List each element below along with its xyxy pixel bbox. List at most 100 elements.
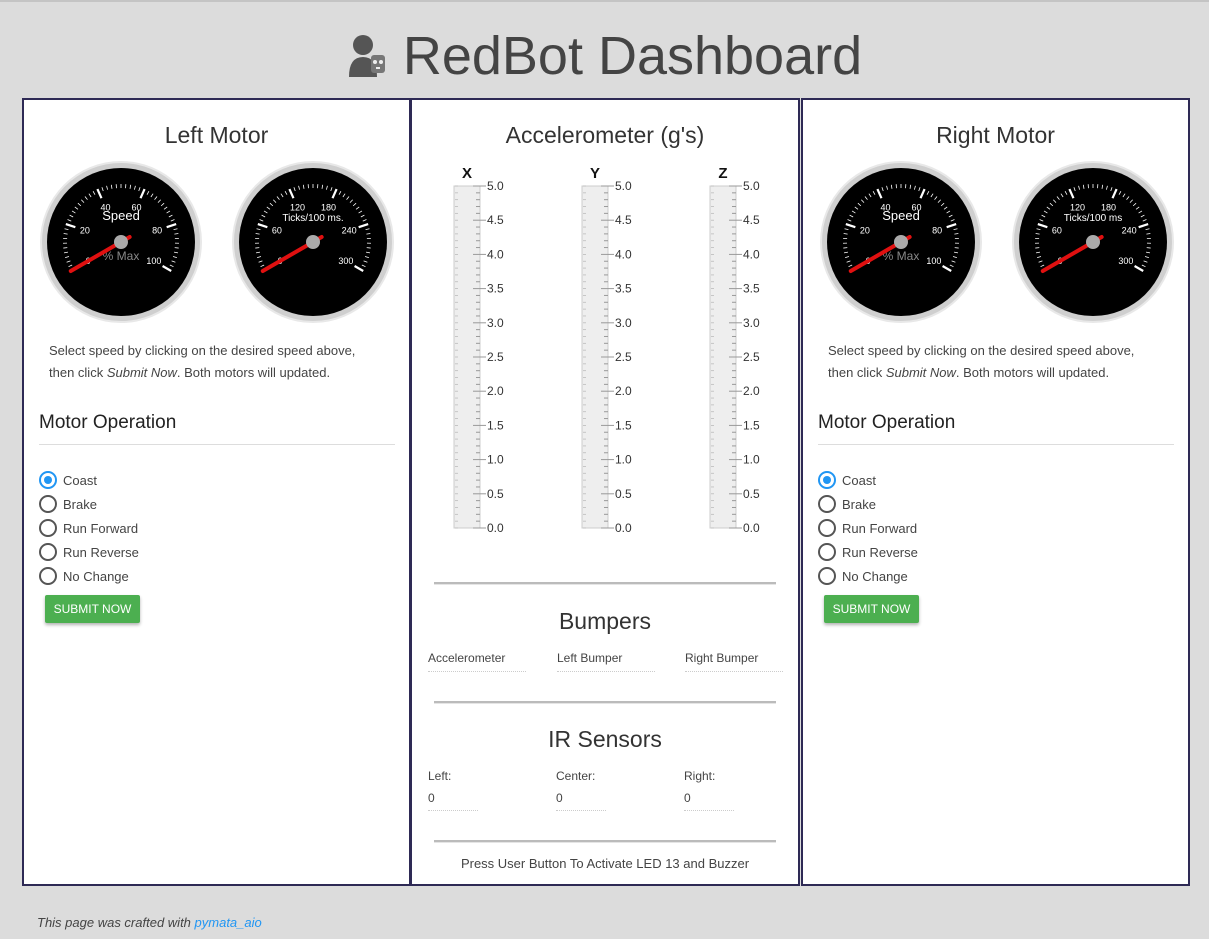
radio-label: No Change	[63, 568, 129, 584]
divider	[434, 701, 776, 704]
bumpers-title: Bumpers	[558, 608, 652, 634]
axis-scale-label: 0.5	[743, 487, 760, 501]
top-border	[0, 0, 1209, 2]
radio-button[interactable]	[39, 471, 57, 489]
footer-text: This page was crafted with	[37, 915, 195, 930]
axis-scale-label: 1.0	[743, 453, 760, 467]
right-motor-panel: Right Motor 020406080100Speed% Max 06012…	[801, 98, 1190, 886]
right-submit-button[interactable]: SUBMIT NOW	[824, 595, 919, 623]
radio-brake[interactable]: Brake	[818, 495, 876, 513]
gauge-hub	[1086, 235, 1100, 249]
axis-scale-label: 5.0	[615, 179, 632, 193]
radio-run-forward[interactable]: Run Forward	[818, 519, 917, 537]
radio-button[interactable]	[818, 495, 836, 513]
axis-scale-label: 5.0	[487, 179, 504, 193]
radio-brake[interactable]: Brake	[39, 495, 97, 513]
instructions-text-end: . Both motors will updated.	[176, 365, 331, 380]
gauge-tick-label: 180	[321, 202, 336, 212]
ir-right-value: 0	[684, 791, 691, 805]
page-title: RedBot Dashboard	[402, 26, 863, 86]
gauge-tick-label: 240	[342, 225, 357, 235]
right-ticks-gauge[interactable]: 060120180240300Ticks/100 ms	[1011, 160, 1175, 324]
gauge-tick-label: 80	[932, 225, 942, 235]
axis-scale-label: 4.5	[487, 213, 504, 227]
radio-coast[interactable]: Coast	[39, 471, 97, 489]
radio-run-reverse[interactable]: Run Reverse	[818, 543, 918, 561]
axis-scale-label: 0.0	[487, 521, 504, 535]
ir-left-value: 0	[428, 791, 435, 805]
radio-button[interactable]	[818, 471, 836, 489]
radio-button[interactable]	[818, 543, 836, 561]
gauge-hub	[894, 235, 908, 249]
gauge-label: Ticks/100 ms.	[282, 213, 343, 224]
radio-run-forward[interactable]: Run Forward	[39, 519, 138, 537]
ir-center-label: Center:	[556, 769, 596, 783]
ir-right-label: Right:	[684, 769, 716, 783]
axis-x-label: X	[462, 165, 472, 182]
bumper-accelerometer-label: Accelerometer	[428, 651, 506, 665]
motor-operation-title: Motor Operation	[818, 412, 956, 433]
axis-scale-label: 0.0	[743, 521, 760, 535]
axis-scale-label: 1.0	[615, 453, 632, 467]
right-speed-gauge[interactable]: 020406080100Speed% Max	[819, 160, 983, 324]
radio-label: Brake	[842, 496, 876, 512]
radio-run-reverse[interactable]: Run Reverse	[39, 543, 139, 561]
left-motor-panel: Left Motor 020406080100Speed% Max 060120…	[22, 98, 411, 886]
radio-button[interactable]	[39, 567, 57, 585]
page-header: RedBot Dashboard	[0, 20, 1209, 92]
gauge-label: Ticks/100 ms	[1064, 213, 1123, 224]
page-footer: This page was crafted with pymata_aio	[37, 915, 262, 930]
gauge-tick-label: 60	[272, 225, 282, 235]
left-motor-title: Left Motor	[164, 122, 269, 148]
speed-instructions: Select speed by clicking on the desired …	[828, 340, 1158, 384]
radio-coast[interactable]: Coast	[818, 471, 876, 489]
gauge-tick-label: 60	[1052, 225, 1062, 235]
gauge-tick-label: 20	[80, 225, 90, 235]
axis-scale-label: 3.5	[487, 282, 504, 296]
axis-scale-label: 3.0	[615, 316, 632, 330]
speed-instructions: Select speed by clicking on the desired …	[49, 340, 379, 384]
ir-center-value: 0	[556, 791, 563, 805]
axis-scale-label: 2.5	[487, 350, 504, 364]
gauge-hub	[114, 235, 128, 249]
radio-button[interactable]	[39, 543, 57, 561]
pymata-aio-link[interactable]: pymata_aio	[195, 915, 262, 930]
ir-center-field	[556, 809, 606, 811]
radio-no-change[interactable]: No Change	[818, 567, 908, 585]
left-ticks-gauge[interactable]: 060120180240300Ticks/100 ms.	[231, 160, 395, 324]
radio-label: Coast	[63, 472, 97, 488]
axis-scale-label: 1.5	[615, 418, 632, 432]
axis-scale-label: 3.5	[743, 282, 760, 296]
axis-scale-label: 2.0	[743, 384, 760, 398]
gauge-label: Speed	[882, 208, 920, 223]
axis-scale-label: 4.0	[743, 247, 760, 261]
motor-operation-title: Motor Operation	[39, 412, 177, 433]
ir-sensors-title: IR Sensors	[548, 726, 662, 752]
accelerometer-title: Accelerometer (g's)	[505, 122, 705, 148]
left-speed-gauge[interactable]: 020406080100Speed% Max	[39, 160, 203, 324]
radio-button[interactable]	[818, 567, 836, 585]
axis-scale-label: 1.0	[487, 453, 504, 467]
bumper-left-label: Left Bumper	[557, 651, 623, 665]
left-submit-button[interactable]: SUBMIT NOW	[45, 595, 140, 623]
ir-left-field	[428, 809, 478, 811]
gauge-tick-label: 80	[152, 225, 162, 235]
radio-label: Coast	[842, 472, 876, 488]
axis-scale-label: 5.0	[743, 179, 760, 193]
robot-person-icon	[348, 35, 385, 77]
axis-scale-label: 2.5	[615, 350, 632, 364]
gauge-tick-label: 300	[338, 256, 353, 266]
divider	[434, 840, 776, 843]
instructions-text-end: . Both motors will updated.	[955, 365, 1110, 380]
axis-scale-label: 0.0	[615, 521, 632, 535]
bumper-accelerometer-field	[428, 670, 526, 672]
accelerometer-bars: X 5.0 4.5 4.0 3.5 3.0 2.5 2.0 1.5 1.0 0.5 0.0 Y 5.0 4.…	[453, 165, 760, 535]
bumper-left-field	[557, 670, 655, 672]
radio-button[interactable]	[818, 519, 836, 537]
radio-button[interactable]	[39, 495, 57, 513]
radio-label: Run Reverse	[63, 544, 139, 560]
sensor-panel: Accelerometer (g's) X 5.0 4.5 4.0 3.5 3.0 2.5 2…	[410, 98, 800, 886]
axis-scale-label: 1.5	[743, 418, 760, 432]
radio-button[interactable]	[39, 519, 57, 537]
radio-no-change[interactable]: No Change	[39, 567, 129, 585]
